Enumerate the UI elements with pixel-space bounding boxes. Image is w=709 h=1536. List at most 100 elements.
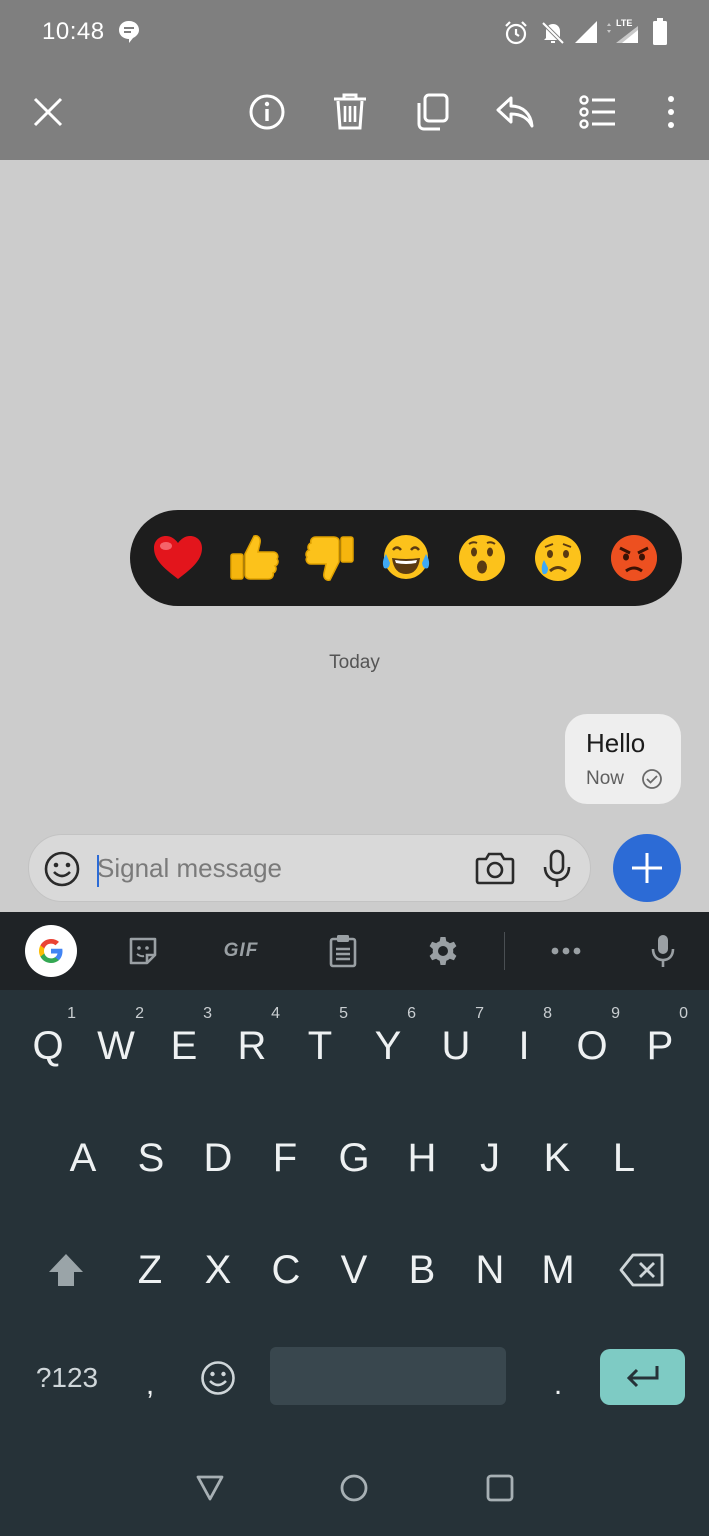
reaction-picker bbox=[130, 510, 682, 606]
delete-button[interactable] bbox=[320, 82, 380, 142]
home-circle-icon bbox=[340, 1474, 368, 1502]
key-g[interactable]: G bbox=[320, 1108, 388, 1208]
key-b[interactable]: B bbox=[388, 1220, 456, 1320]
attachment-button[interactable] bbox=[613, 834, 681, 902]
chat-notification-icon bbox=[119, 21, 139, 43]
laughing-reaction-icon[interactable] bbox=[380, 532, 432, 584]
key-r[interactable]: R4 bbox=[218, 996, 286, 1096]
sticker-button[interactable] bbox=[114, 922, 172, 980]
emoji-key[interactable] bbox=[194, 1350, 242, 1406]
key-m[interactable]: M bbox=[524, 1220, 592, 1320]
key-h[interactable]: H bbox=[388, 1108, 456, 1208]
key-p[interactable]: P0 bbox=[626, 996, 694, 1096]
muted-bell-icon bbox=[541, 21, 565, 45]
key-x[interactable]: X bbox=[184, 1220, 252, 1320]
copy-button[interactable] bbox=[402, 82, 462, 142]
keyboard: Q1 W2 E3 R4 T5 Y6 U7 I8 O9 P0 A S D F G … bbox=[0, 990, 709, 1536]
back-triangle-icon bbox=[196, 1475, 224, 1501]
copy-icon bbox=[417, 93, 449, 131]
crying-reaction-icon[interactable] bbox=[532, 532, 584, 584]
emoji-toggle-icon[interactable] bbox=[43, 850, 81, 888]
google-logo-icon bbox=[25, 925, 77, 977]
key-n[interactable]: N bbox=[456, 1220, 524, 1320]
more-icon bbox=[668, 96, 674, 128]
key-k[interactable]: K bbox=[523, 1108, 591, 1208]
gif-button[interactable]: GIF bbox=[212, 922, 270, 980]
reply-button[interactable] bbox=[485, 82, 545, 142]
space-key[interactable] bbox=[270, 1347, 506, 1405]
period-key[interactable]: . bbox=[540, 1360, 576, 1410]
select-multiple-button[interactable] bbox=[568, 82, 628, 142]
message-timestamp: Now bbox=[586, 768, 625, 789]
message-input[interactable] bbox=[97, 845, 467, 891]
emoji-icon bbox=[201, 1361, 235, 1395]
toolbar-divider bbox=[504, 932, 505, 970]
enter-key[interactable] bbox=[600, 1349, 685, 1405]
key-c[interactable]: C bbox=[252, 1220, 320, 1320]
microphone-icon[interactable] bbox=[541, 849, 573, 889]
outgoing-message-bubble[interactable]: Hello Now bbox=[565, 714, 681, 804]
close-icon bbox=[33, 97, 63, 127]
voice-input-button[interactable] bbox=[634, 922, 692, 980]
google-button[interactable] bbox=[22, 922, 80, 980]
clipboard-icon bbox=[329, 935, 357, 968]
select-multiple-icon bbox=[579, 95, 615, 129]
key-i[interactable]: I8 bbox=[490, 996, 558, 1096]
shift-key[interactable] bbox=[28, 1240, 104, 1300]
angry-reaction-icon[interactable] bbox=[608, 532, 660, 584]
key-w[interactable]: W2 bbox=[82, 996, 150, 1096]
battery-icon bbox=[653, 18, 667, 45]
key-v[interactable]: V bbox=[320, 1220, 388, 1320]
key-q[interactable]: Q1 bbox=[14, 996, 82, 1096]
key-t[interactable]: T5 bbox=[286, 996, 354, 1096]
nav-home-button[interactable] bbox=[324, 1462, 384, 1514]
key-a[interactable]: A bbox=[49, 1108, 117, 1208]
keyboard-toolbar: GIF bbox=[0, 912, 709, 990]
settings-button[interactable] bbox=[414, 922, 472, 980]
gif-label: GIF bbox=[223, 940, 259, 961]
microphone-icon bbox=[651, 935, 675, 967]
nav-back-button[interactable] bbox=[180, 1462, 240, 1514]
thumbs-up-reaction-icon[interactable] bbox=[228, 532, 280, 584]
key-f[interactable]: F bbox=[251, 1108, 319, 1208]
sent-check-icon bbox=[642, 769, 662, 789]
signal-icon bbox=[575, 21, 597, 43]
message-composer bbox=[28, 834, 591, 902]
key-y[interactable]: Y6 bbox=[354, 996, 422, 1096]
date-header: Today bbox=[329, 652, 380, 673]
recents-square-icon bbox=[486, 1474, 514, 1502]
message-text: Hello bbox=[586, 728, 646, 758]
key-e[interactable]: E3 bbox=[150, 996, 218, 1096]
key-d[interactable]: D bbox=[184, 1108, 252, 1208]
comma-key[interactable]: , bbox=[130, 1360, 170, 1410]
shift-icon bbox=[49, 1254, 83, 1286]
more-options-button[interactable] bbox=[641, 82, 701, 142]
thumbs-down-reaction-icon[interactable] bbox=[304, 532, 356, 584]
more-horizontal-icon bbox=[551, 947, 581, 955]
key-o[interactable]: O9 bbox=[558, 996, 626, 1096]
key-z[interactable]: Z bbox=[116, 1220, 184, 1320]
camera-icon[interactable] bbox=[475, 850, 515, 886]
key-u[interactable]: U7 bbox=[422, 996, 490, 1096]
gear-icon bbox=[429, 937, 457, 965]
key-l[interactable]: L bbox=[590, 1108, 658, 1208]
alarm-icon bbox=[505, 21, 527, 45]
symbols-key[interactable]: ?123 bbox=[22, 1350, 112, 1406]
heart-reaction-icon[interactable] bbox=[152, 532, 204, 584]
action-bar bbox=[0, 64, 709, 160]
key-s[interactable]: S bbox=[117, 1108, 185, 1208]
info-button[interactable] bbox=[237, 82, 297, 142]
surprised-reaction-icon[interactable] bbox=[456, 532, 508, 584]
nav-recents-button[interactable] bbox=[470, 1462, 530, 1514]
clipboard-button[interactable] bbox=[314, 922, 372, 980]
info-icon bbox=[249, 94, 285, 130]
backspace-key[interactable] bbox=[604, 1240, 680, 1300]
close-button[interactable] bbox=[18, 82, 78, 142]
svg-text:LTE: LTE bbox=[616, 18, 632, 28]
delete-icon bbox=[334, 93, 366, 130]
more-tools-button[interactable] bbox=[537, 922, 595, 980]
key-j[interactable]: J bbox=[456, 1108, 524, 1208]
text-cursor bbox=[97, 855, 99, 887]
sticker-icon bbox=[129, 937, 157, 965]
enter-icon bbox=[626, 1366, 658, 1388]
